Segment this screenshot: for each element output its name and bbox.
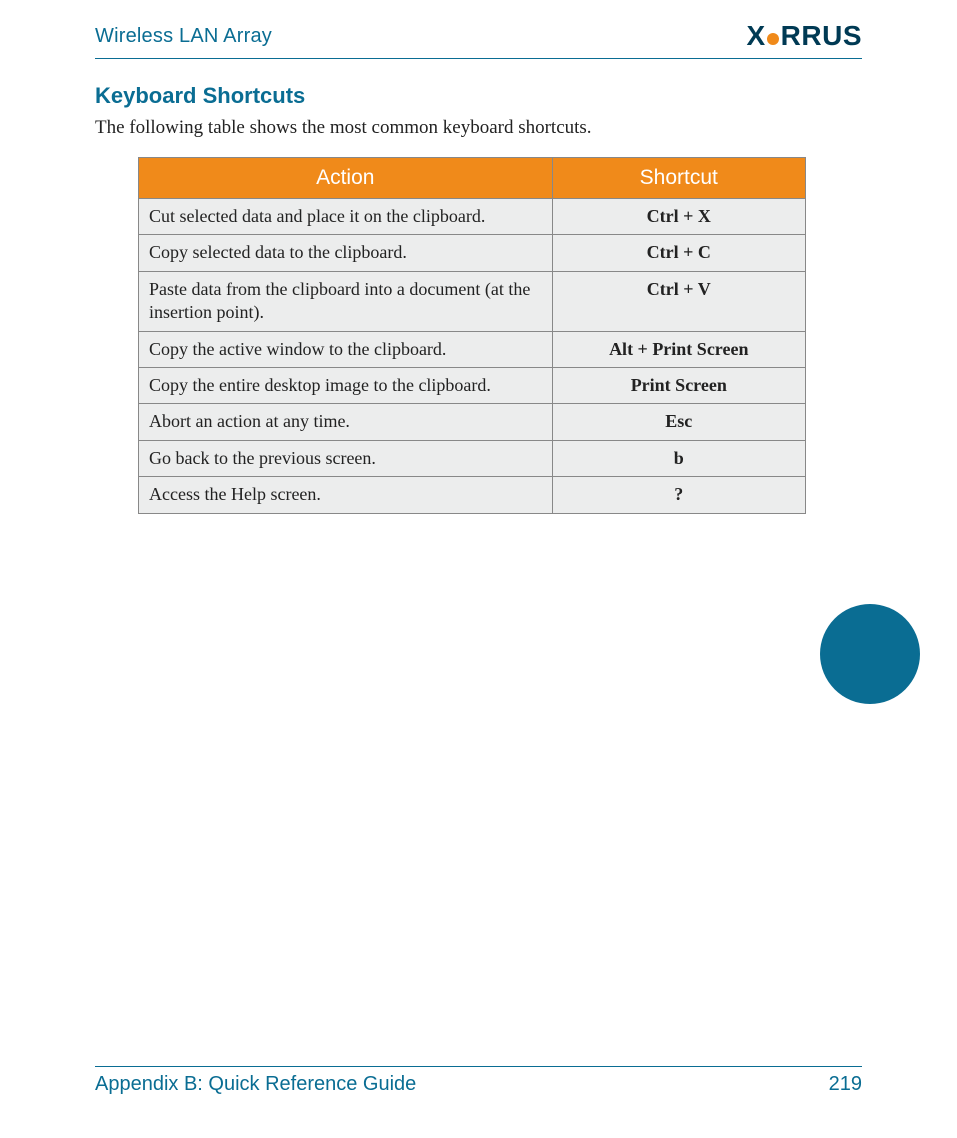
shortcut-cell: Esc [552, 404, 805, 440]
table-row: Access the Help screen. ? [139, 477, 806, 513]
page-footer: Appendix B: Quick Reference Guide 219 [95, 1066, 862, 1096]
action-cell: Copy selected data to the clipboard. [139, 235, 553, 271]
shortcut-cell: Print Screen [552, 367, 805, 403]
logo-text-post: RRUS [781, 20, 862, 52]
table-row: Copy the active window to the clipboard.… [139, 331, 806, 367]
table-row: Cut selected data and place it on the cl… [139, 199, 806, 235]
shortcut-cell: ? [552, 477, 805, 513]
shortcut-cell: Ctrl + V [552, 271, 805, 331]
col-shortcut: Shortcut [552, 158, 805, 199]
table-row: Copy the entire desktop image to the cli… [139, 367, 806, 403]
footer-appendix: Appendix B: Quick Reference Guide [95, 1073, 416, 1096]
shortcut-cell: Ctrl + C [552, 235, 805, 271]
shortcut-cell: Alt + Print Screen [552, 331, 805, 367]
action-cell: Copy the entire desktop image to the cli… [139, 367, 553, 403]
col-action: Action [139, 158, 553, 199]
table-row: Go back to the previous screen. b [139, 440, 806, 476]
action-cell: Go back to the previous screen. [139, 440, 553, 476]
shortcut-cell: b [552, 440, 805, 476]
page-header: Wireless LAN Array X RRUS [95, 20, 862, 59]
section-intro: The following table shows the most commo… [95, 117, 862, 139]
shortcut-cell: Ctrl + X [552, 199, 805, 235]
action-cell: Copy the active window to the clipboard. [139, 331, 553, 367]
brand-logo: X RRUS [746, 20, 862, 52]
shortcuts-table: Action Shortcut Cut selected data and pl… [138, 157, 806, 514]
footer-page-number: 219 [829, 1073, 862, 1096]
logo-dot-icon [767, 33, 779, 45]
table-row: Copy selected data to the clipboard. Ctr… [139, 235, 806, 271]
logo-text-pre: X [746, 20, 765, 52]
table-row: Abort an action at any time. Esc [139, 404, 806, 440]
action-cell: Paste data from the clipboard into a doc… [139, 271, 553, 331]
table-header-row: Action Shortcut [139, 158, 806, 199]
side-tab-circle-icon [820, 604, 920, 704]
action-cell: Abort an action at any time. [139, 404, 553, 440]
document-title: Wireless LAN Array [95, 25, 272, 48]
section-heading: Keyboard Shortcuts [95, 83, 862, 109]
action-cell: Access the Help screen. [139, 477, 553, 513]
table-row: Paste data from the clipboard into a doc… [139, 271, 806, 331]
action-cell: Cut selected data and place it on the cl… [139, 199, 553, 235]
